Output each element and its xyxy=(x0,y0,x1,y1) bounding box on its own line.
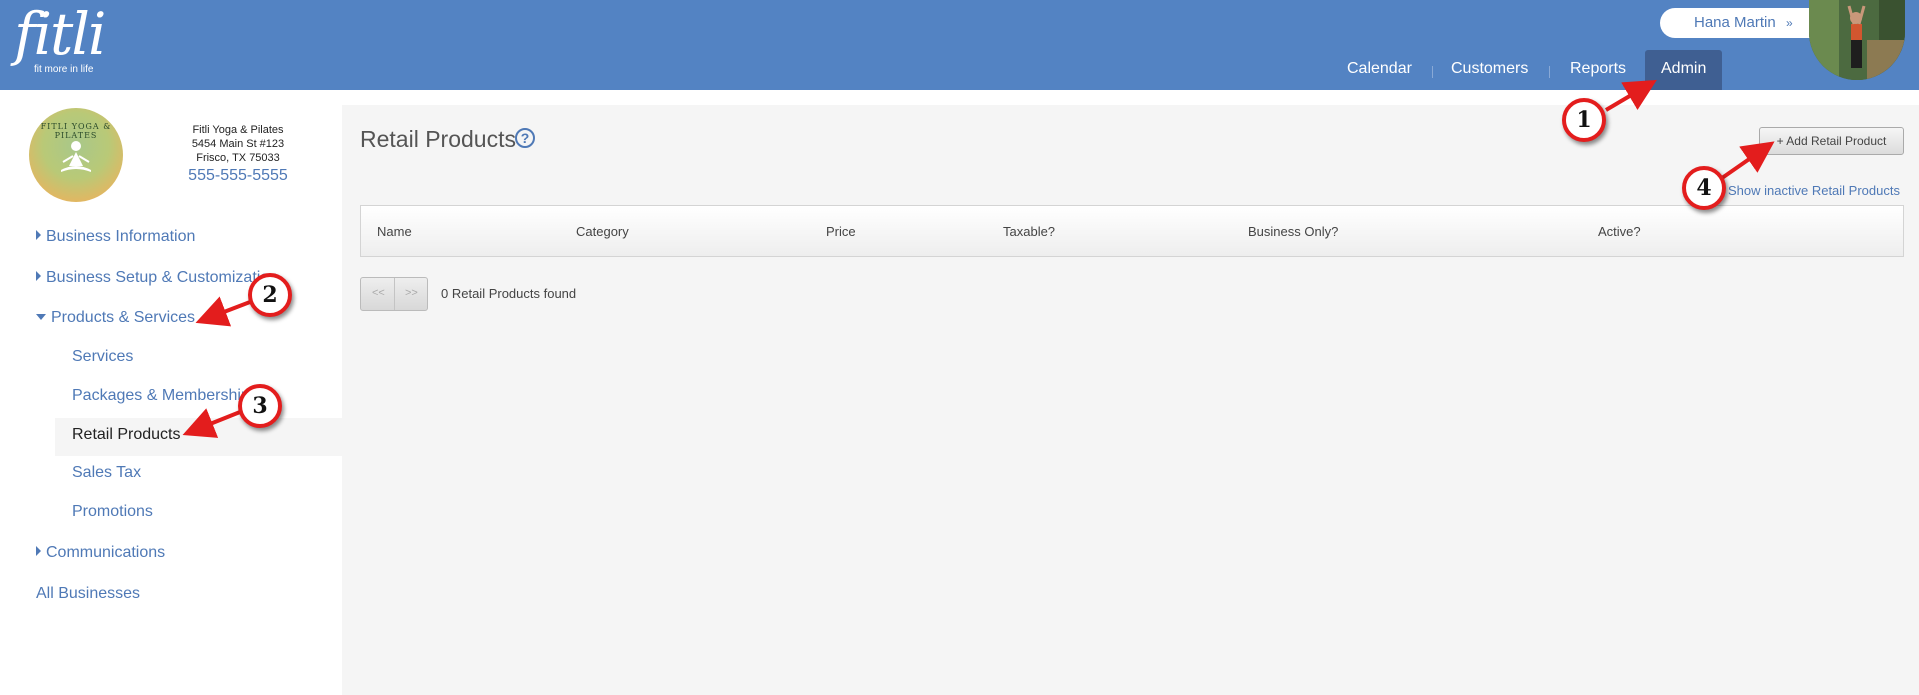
sidebar-item-business-information[interactable]: Business Information xyxy=(36,228,195,246)
sidebar-item-services[interactable]: Services xyxy=(72,348,133,366)
top-bar: fitli fit more in life Hana Martin » Cal… xyxy=(0,0,1919,90)
page-title: Retail Products xyxy=(360,126,516,152)
annotation-marker-3: 3 xyxy=(238,384,282,428)
sidebar-item-sales-tax[interactable]: Sales Tax xyxy=(72,464,141,482)
results-count: 0 Retail Products found xyxy=(441,286,577,301)
business-logo: FITLI YOGA & PILATES xyxy=(29,108,123,202)
annotation-marker-4: 4 xyxy=(1682,166,1726,210)
app-root: fitli fit more in life Hana Martin » Cal… xyxy=(0,0,1919,695)
sidebar-item-label: Communications xyxy=(46,544,166,561)
sidebar-item-label: Business Information xyxy=(46,228,196,245)
table-header: Name Category Price Taxable? Business On… xyxy=(360,205,1904,257)
user-menu-button[interactable]: Hana Martin » xyxy=(1660,8,1825,38)
avatar-photo-icon xyxy=(1809,0,1905,80)
add-retail-product-button[interactable]: + Add Retail Product xyxy=(1759,127,1904,155)
column-header-taxable[interactable]: Taxable? xyxy=(1003,224,1055,239)
sidebar-item-promotions[interactable]: Promotions xyxy=(72,503,153,521)
sidebar-item-business-setup[interactable]: Business Setup & Customization xyxy=(36,269,278,287)
business-address-line2: Frisco, TX 75033 xyxy=(196,152,280,164)
caret-right-icon xyxy=(36,546,41,556)
sidebar-item-label: Products & Services xyxy=(51,309,196,326)
nav-calendar[interactable]: Calendar xyxy=(1347,50,1412,90)
nav-divider xyxy=(1432,66,1433,78)
logo-tagline: fit more in life xyxy=(34,64,94,75)
column-header-category[interactable]: Category xyxy=(576,224,629,239)
user-name: Hana Martin xyxy=(1694,14,1776,31)
annotation-arrow-2 xyxy=(195,296,251,327)
meditation-figure-icon xyxy=(61,141,91,172)
sidebar-item-packages-memberships[interactable]: Packages & Memberships xyxy=(72,387,258,405)
caret-down-icon xyxy=(36,314,46,320)
column-header-name[interactable]: Name xyxy=(377,224,412,239)
caret-right-icon xyxy=(36,271,41,281)
business-phone[interactable]: 555-555-5555 xyxy=(160,167,316,185)
avatar[interactable] xyxy=(1809,0,1905,80)
fitli-logo[interactable]: fitli fit more in life xyxy=(14,0,106,75)
column-header-active[interactable]: Active? xyxy=(1598,224,1641,239)
chevron-down-icon: » xyxy=(1786,16,1793,30)
business-name: Fitli Yoga & Pilates xyxy=(192,124,284,136)
pager-next-button[interactable]: >> xyxy=(405,287,418,299)
sidebar-item-label: Business Setup & Customization xyxy=(46,269,279,286)
nav-reports[interactable]: Reports xyxy=(1570,50,1626,90)
pager-prev-button[interactable]: << xyxy=(372,287,385,299)
logo-wordmark: fitli xyxy=(14,0,106,68)
sidebar-item-communications[interactable]: Communications xyxy=(36,544,165,562)
show-inactive-link[interactable]: Show inactive Retail Products xyxy=(1728,183,1900,198)
business-address: Fitli Yoga & Pilates 5454 Main St #123 F… xyxy=(160,123,316,165)
nav-customers[interactable]: Customers xyxy=(1451,50,1528,90)
sidebar-item-all-businesses[interactable]: All Businesses xyxy=(36,585,140,603)
sidebar-item-label: Retail Products xyxy=(72,426,181,443)
nav-divider xyxy=(1549,66,1550,78)
pagination: << >> xyxy=(360,277,428,311)
sidebar-item-products-services[interactable]: Products & Services xyxy=(36,309,195,327)
business-address-line1: 5454 Main St #123 xyxy=(191,138,285,150)
column-header-business-only[interactable]: Business Only? xyxy=(1248,224,1338,239)
column-header-price[interactable]: Price xyxy=(826,224,856,239)
sidebar-item-retail-products[interactable]: Retail Products xyxy=(55,418,342,456)
annotation-marker-2: 2 xyxy=(248,273,292,317)
pager-divider xyxy=(394,278,395,310)
help-icon[interactable]: ? xyxy=(515,128,535,148)
annotation-marker-1: 1 xyxy=(1562,98,1606,142)
nav-admin[interactable]: Admin xyxy=(1645,50,1723,90)
caret-right-icon xyxy=(36,230,41,240)
